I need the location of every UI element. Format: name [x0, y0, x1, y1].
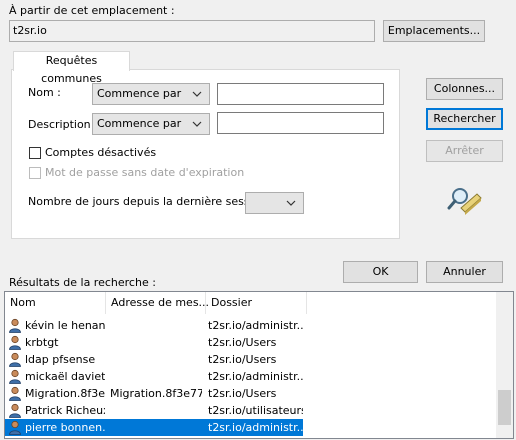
user-icon — [8, 352, 23, 367]
column-header-name[interactable]: Nom — [5, 292, 105, 314]
column-divider[interactable] — [306, 292, 307, 314]
tab-common-queries[interactable]: Requêtes communes — [13, 51, 130, 85]
table-row[interactable]: Patrick Richeux t2sr.io/utilisateurs — [5, 402, 303, 419]
stop-button: Arrêter — [426, 140, 503, 162]
table-row[interactable]: pierre bonnen... t2sr.io/administr... — [5, 419, 303, 436]
cell-folder: t2sr.io/Users — [208, 336, 277, 349]
no-expire-password-checkbox — [29, 167, 41, 179]
results-label: Résultats de la recherche : — [9, 276, 156, 289]
cell-name: ldap pfsense — [25, 353, 96, 366]
description-operator-select[interactable]: Commence par — [92, 113, 210, 135]
table-row[interactable]: Migration.8f3e... Migration.8f3e77... t2sr… — [5, 385, 303, 402]
cell-name: krbtgt — [25, 336, 59, 349]
user-icon — [8, 369, 23, 384]
description-label: Description : — [28, 118, 98, 131]
days-select[interactable] — [245, 192, 304, 214]
location-field: t2sr.io — [9, 20, 375, 42]
column-header-folder[interactable]: Dossier — [206, 292, 306, 314]
cell-name: Migration.8f3e... — [25, 387, 105, 400]
results-list[interactable]: Nom Adresse de mes... Dossier kévin le h… — [4, 291, 514, 439]
cell-folder: t2sr.io/administr... — [208, 421, 303, 434]
chevron-down-icon — [286, 200, 296, 206]
cell-email: Migration.8f3e77... — [110, 387, 202, 400]
disabled-accounts-label: Comptes désactivés — [45, 146, 157, 159]
cell-name: kévin le henanf — [25, 319, 105, 332]
user-icon — [8, 335, 23, 350]
scrollbar-thumb[interactable] — [498, 390, 511, 425]
name-label: Nom : — [28, 86, 61, 99]
cell-folder: t2sr.io/utilisateurs — [208, 404, 303, 417]
table-row[interactable]: kévin le henanf t2sr.io/administr... — [5, 317, 303, 334]
name-operator-value: Commence par — [97, 87, 182, 100]
disabled-accounts-checkbox[interactable] — [29, 147, 41, 159]
user-icon — [8, 386, 23, 401]
table-row[interactable]: ldap pfsense t2sr.io/Users — [5, 351, 303, 368]
table-row[interactable]: mickaël daviet t2sr.io/administr... — [5, 368, 303, 385]
search-animation-icon — [447, 188, 482, 215]
name-input[interactable] — [217, 83, 384, 105]
cell-name: pierre bonnen... — [25, 421, 105, 434]
cell-folder: t2sr.io/Users — [208, 387, 277, 400]
no-expire-password-label: Mot de passe sans date d'expiration — [45, 166, 245, 179]
chevron-down-icon — [192, 121, 202, 127]
description-operator-value: Commence par — [97, 117, 182, 130]
column-header-email[interactable]: Adresse de mes... — [106, 292, 209, 314]
chevron-down-icon — [192, 91, 202, 97]
locations-button[interactable]: Emplacements... — [383, 20, 485, 42]
search-button[interactable]: Rechercher — [426, 108, 503, 130]
user-icon — [8, 318, 23, 333]
user-icon — [8, 403, 23, 418]
vertical-scrollbar[interactable] — [496, 292, 513, 438]
days-since-last-session-label: Nombre de jours depuis la dernière sessi… — [28, 195, 274, 208]
columns-button[interactable]: Colonnes... — [426, 78, 503, 100]
cancel-button[interactable]: Annuler — [426, 261, 503, 283]
cell-folder: t2sr.io/Users — [208, 353, 277, 366]
cell-folder: t2sr.io/administr... — [208, 319, 303, 332]
cell-name: mickaël daviet — [25, 370, 105, 383]
description-input[interactable] — [217, 112, 384, 134]
user-icon — [8, 420, 23, 435]
table-row[interactable]: krbtgt t2sr.io/Users — [5, 334, 303, 351]
cell-name: Patrick Richeux — [25, 404, 105, 417]
ok-button[interactable]: OK — [343, 261, 418, 283]
name-operator-select[interactable]: Commence par — [92, 83, 210, 105]
location-label: À partir de cet emplacement : — [9, 4, 175, 17]
cell-folder: t2sr.io/administr... — [208, 370, 303, 383]
